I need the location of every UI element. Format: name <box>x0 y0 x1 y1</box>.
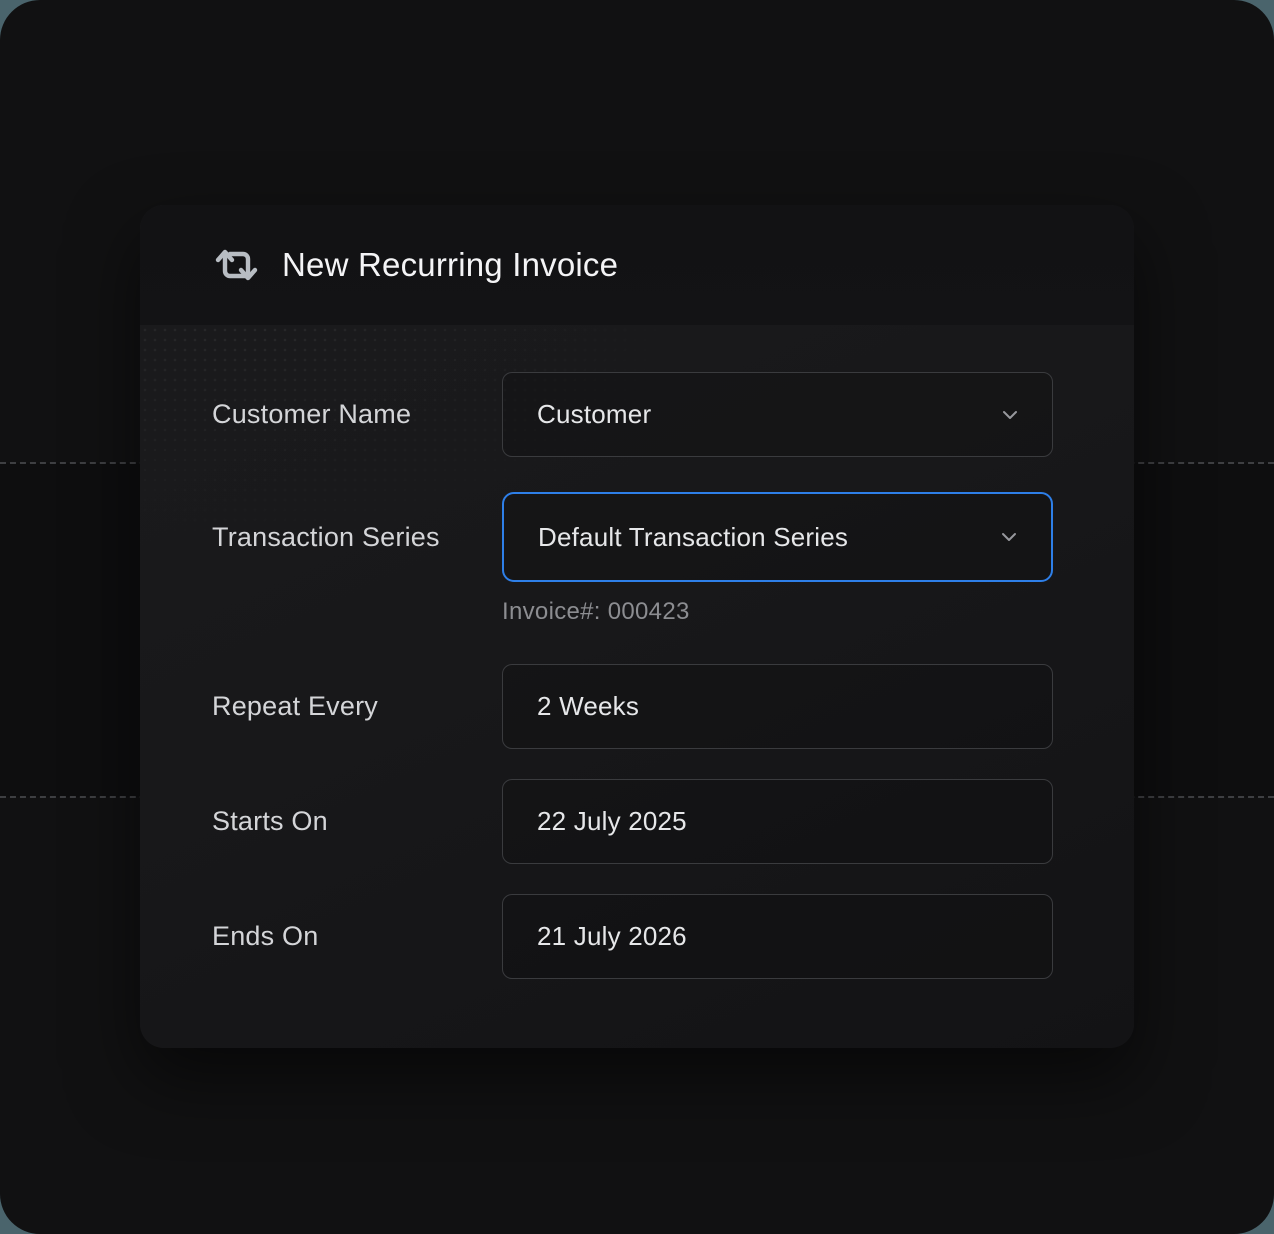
transaction-series-label: Transaction Series <box>212 522 502 553</box>
new-recurring-invoice-dialog: New Recurring Invoice Customer Name Cust… <box>140 205 1134 1048</box>
dialog-header: New Recurring Invoice <box>140 205 1134 325</box>
transaction-series-row: Transaction Series Default Transaction S… <box>212 492 1053 582</box>
chevron-down-icon <box>998 403 1022 427</box>
repeat-every-row: Repeat Every 2 Weeks <box>212 664 1053 749</box>
repeat-every-label: Repeat Every <box>212 691 502 722</box>
transaction-series-select[interactable]: Default Transaction Series <box>502 492 1053 582</box>
starts-on-value: 22 July 2025 <box>537 806 687 837</box>
repeat-icon <box>210 245 258 285</box>
chevron-down-icon <box>997 525 1021 549</box>
app-background: New Recurring Invoice Customer Name Cust… <box>0 0 1274 1234</box>
starts-on-row: Starts On 22 July 2025 <box>212 779 1053 864</box>
repeat-every-value: 2 Weeks <box>537 691 639 722</box>
starts-on-label: Starts On <box>212 806 502 837</box>
customer-name-label: Customer Name <box>212 399 502 430</box>
ends-on-label: Ends On <box>212 921 502 952</box>
dialog-title: New Recurring Invoice <box>282 246 618 284</box>
customer-name-select[interactable]: Customer <box>502 372 1053 457</box>
ends-on-row: Ends On 21 July 2026 <box>212 894 1053 979</box>
dialog-body: Customer Name Customer Transaction Serie… <box>140 325 1134 1048</box>
ends-on-value: 21 July 2026 <box>537 921 687 952</box>
invoice-number-helper: Invoice#: 000423 <box>502 598 1053 626</box>
transaction-series-value: Default Transaction Series <box>538 522 848 553</box>
repeat-every-field[interactable]: 2 Weeks <box>502 664 1053 749</box>
customer-name-row: Customer Name Customer <box>212 372 1053 457</box>
ends-on-date-field[interactable]: 21 July 2026 <box>502 894 1053 979</box>
customer-name-value: Customer <box>537 399 651 430</box>
starts-on-date-field[interactable]: 22 July 2025 <box>502 779 1053 864</box>
